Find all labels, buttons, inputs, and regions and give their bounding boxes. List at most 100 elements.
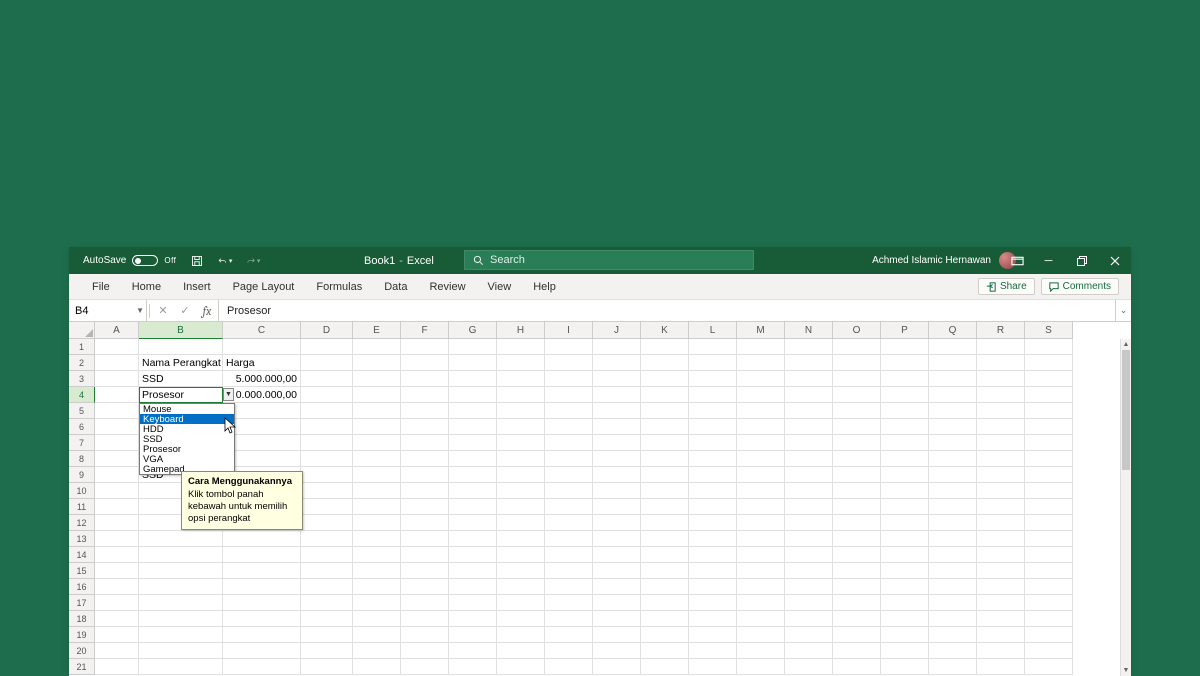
cell[interactable] xyxy=(929,595,977,611)
cell[interactable] xyxy=(95,643,139,659)
cell[interactable] xyxy=(593,547,641,563)
cell[interactable] xyxy=(833,595,881,611)
cell[interactable] xyxy=(449,643,497,659)
cell[interactable] xyxy=(785,403,833,419)
cell[interactable] xyxy=(833,355,881,371)
cell[interactable] xyxy=(497,595,545,611)
cell[interactable] xyxy=(929,387,977,403)
cell[interactable] xyxy=(593,611,641,627)
cell[interactable] xyxy=(449,403,497,419)
cell[interactable] xyxy=(139,547,223,563)
cell[interactable] xyxy=(977,595,1025,611)
cell[interactable] xyxy=(401,467,449,483)
column-header[interactable]: G xyxy=(449,322,497,339)
cell[interactable] xyxy=(497,659,545,675)
cell[interactable] xyxy=(977,483,1025,499)
cell[interactable] xyxy=(449,371,497,387)
cell[interactable] xyxy=(1025,371,1073,387)
cell[interactable] xyxy=(497,579,545,595)
maximize-button[interactable] xyxy=(1065,247,1098,274)
cell[interactable] xyxy=(929,403,977,419)
cell[interactable] xyxy=(449,467,497,483)
cell[interactable] xyxy=(929,483,977,499)
cell[interactable] xyxy=(593,579,641,595)
cell[interactable] xyxy=(401,339,449,355)
scroll-thumb[interactable] xyxy=(1122,350,1130,470)
cell[interactable] xyxy=(929,547,977,563)
cell[interactable] xyxy=(1025,467,1073,483)
cell[interactable] xyxy=(545,339,593,355)
cell[interactable] xyxy=(401,579,449,595)
cell[interactable] xyxy=(737,483,785,499)
cell[interactable] xyxy=(785,483,833,499)
cell[interactable] xyxy=(929,563,977,579)
cell[interactable] xyxy=(833,531,881,547)
cell[interactable] xyxy=(785,515,833,531)
cell[interactable] xyxy=(497,403,545,419)
column-header[interactable]: C xyxy=(223,322,301,339)
column-header[interactable]: J xyxy=(593,322,641,339)
cell[interactable] xyxy=(641,579,689,595)
cell[interactable] xyxy=(95,499,139,515)
cell[interactable] xyxy=(785,451,833,467)
cell[interactable] xyxy=(977,563,1025,579)
cell[interactable] xyxy=(1025,595,1073,611)
cell[interactable] xyxy=(301,499,353,515)
row-header[interactable]: 17 xyxy=(69,595,95,611)
row-header[interactable]: 18 xyxy=(69,611,95,627)
cell[interactable] xyxy=(833,483,881,499)
cell[interactable] xyxy=(353,611,401,627)
cell[interactable] xyxy=(929,659,977,675)
cell[interactable] xyxy=(689,499,737,515)
cell[interactable] xyxy=(545,627,593,643)
cell[interactable] xyxy=(977,627,1025,643)
cell[interactable] xyxy=(881,371,929,387)
cell[interactable] xyxy=(497,499,545,515)
cell[interactable] xyxy=(737,499,785,515)
cell[interactable] xyxy=(977,339,1025,355)
cell[interactable] xyxy=(593,563,641,579)
cell[interactable] xyxy=(593,467,641,483)
cell[interactable] xyxy=(977,643,1025,659)
cell[interactable] xyxy=(449,627,497,643)
cell[interactable] xyxy=(353,595,401,611)
cell[interactable] xyxy=(545,499,593,515)
cell[interactable] xyxy=(881,659,929,675)
dropdown-item[interactable]: VGA xyxy=(140,454,234,464)
cell[interactable] xyxy=(881,435,929,451)
cell[interactable] xyxy=(301,611,353,627)
cell[interactable] xyxy=(545,643,593,659)
cell[interactable] xyxy=(833,563,881,579)
cell[interactable] xyxy=(223,563,301,579)
cell[interactable] xyxy=(689,643,737,659)
cell[interactable] xyxy=(497,467,545,483)
cell[interactable] xyxy=(689,547,737,563)
column-header[interactable]: P xyxy=(881,322,929,339)
cell[interactable] xyxy=(401,611,449,627)
cell[interactable] xyxy=(1025,579,1073,595)
cell[interactable] xyxy=(497,531,545,547)
cell[interactable] xyxy=(301,435,353,451)
cell[interactable] xyxy=(353,419,401,435)
tab-view[interactable]: View xyxy=(477,274,523,299)
cell[interactable] xyxy=(977,419,1025,435)
cell[interactable] xyxy=(301,659,353,675)
scroll-up-icon[interactable]: ▲ xyxy=(1121,339,1131,350)
cell[interactable] xyxy=(301,467,353,483)
cell[interactable] xyxy=(737,451,785,467)
cell[interactable] xyxy=(833,659,881,675)
cell[interactable] xyxy=(833,467,881,483)
cell[interactable] xyxy=(353,403,401,419)
cell[interactable] xyxy=(593,483,641,499)
cell[interactable] xyxy=(785,339,833,355)
cell[interactable] xyxy=(401,515,449,531)
cell[interactable] xyxy=(929,371,977,387)
cell[interactable] xyxy=(785,387,833,403)
cell[interactable] xyxy=(833,403,881,419)
cell[interactable] xyxy=(449,419,497,435)
cell[interactable] xyxy=(929,419,977,435)
cell[interactable] xyxy=(737,579,785,595)
cell[interactable] xyxy=(785,643,833,659)
cell[interactable] xyxy=(401,563,449,579)
cell[interactable] xyxy=(545,371,593,387)
